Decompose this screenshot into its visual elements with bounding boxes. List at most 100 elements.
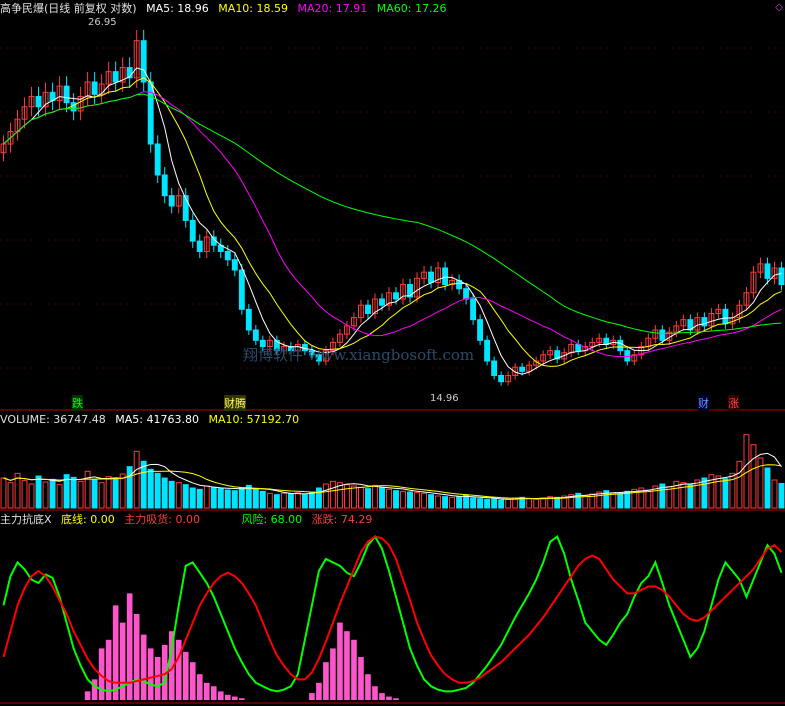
volume-bar-28 bbox=[196, 488, 203, 509]
volume-bar-61 bbox=[428, 494, 435, 509]
volume-bar-8 bbox=[56, 484, 63, 509]
volume-bar-75 bbox=[526, 498, 533, 509]
buy-bar-30 bbox=[210, 686, 217, 700]
buy-bar-32 bbox=[224, 694, 231, 700]
zhang-tag: 涨 bbox=[728, 395, 739, 411]
volume-bar-43 bbox=[301, 494, 308, 509]
buy-bar-47 bbox=[330, 648, 336, 700]
cai-tag: 财 bbox=[698, 395, 709, 411]
candle-body-71 bbox=[498, 374, 505, 383]
buy-bar-21 bbox=[147, 648, 154, 700]
volume-bar-98 bbox=[687, 484, 694, 509]
buy-bar-22 bbox=[154, 657, 161, 700]
volume-bar-109 bbox=[764, 467, 771, 509]
buy-bar-52 bbox=[365, 674, 371, 700]
candle-body-9 bbox=[63, 85, 70, 104]
candle-body-32 bbox=[224, 250, 231, 261]
volume-bar-21 bbox=[147, 468, 154, 509]
buy-bar-34 bbox=[239, 698, 245, 700]
volume-bar-66 bbox=[463, 494, 470, 509]
volume-bar-45 bbox=[315, 487, 322, 509]
volume-bar-22 bbox=[154, 472, 161, 509]
volume-bar-95 bbox=[666, 486, 673, 509]
volume-bar-36 bbox=[252, 488, 259, 509]
volume-bar-3 bbox=[21, 480, 28, 509]
volume-bar-26 bbox=[182, 484, 189, 509]
volume-bar-53 bbox=[372, 484, 378, 509]
candle-body-56 bbox=[393, 292, 399, 300]
buy-bar-50 bbox=[351, 639, 357, 700]
volume-bar-14 bbox=[98, 482, 105, 509]
volume-bar-63 bbox=[442, 496, 449, 509]
volume-bar-30 bbox=[210, 486, 217, 509]
candle-body-16 bbox=[112, 71, 119, 83]
candle-body-89 bbox=[624, 350, 631, 362]
buy-bar-44 bbox=[309, 693, 315, 700]
buy-bar-49 bbox=[344, 631, 350, 700]
buy-bar-54 bbox=[379, 693, 385, 700]
volume-bar-47 bbox=[329, 480, 336, 509]
candle-body-69 bbox=[484, 339, 491, 362]
candle-body-66 bbox=[463, 288, 470, 300]
volume-bar-62 bbox=[435, 495, 442, 509]
volume-bar-40 bbox=[280, 492, 287, 509]
candle-body-21 bbox=[147, 81, 154, 145]
buy-bar-56 bbox=[393, 698, 399, 700]
main-chart-header: 高争民爆(日线 前复权 对数) MA5: 18.96 MA10: 18.59 M… bbox=[0, 2, 452, 15]
volume-bar-44 bbox=[308, 491, 315, 509]
indicator-header: 主力抗底X 底线: 0.00 主力吸货: 0.00 风险: 68.00 涨跌: … bbox=[0, 513, 378, 526]
volume-bar-23 bbox=[161, 477, 168, 509]
volume-label: VOLUME: 36747.48 bbox=[0, 413, 106, 426]
candle-body-70 bbox=[491, 360, 498, 376]
high-price-annotation: 26.95 bbox=[88, 17, 117, 28]
volume-bar-51 bbox=[358, 486, 364, 509]
volume-bar-15 bbox=[105, 476, 112, 509]
candle-body-52 bbox=[365, 304, 371, 314]
buy-bar-17 bbox=[119, 622, 126, 700]
volume-bar-72 bbox=[505, 498, 512, 509]
volume-bar-59 bbox=[414, 492, 420, 509]
volume-bar-111 bbox=[778, 483, 785, 509]
indicator-name: 主力抗底X bbox=[0, 513, 52, 526]
die-tag: 跌 bbox=[72, 395, 83, 411]
volume-bar-10 bbox=[70, 476, 77, 509]
volume-bar-20 bbox=[140, 460, 147, 509]
volume-bar-87 bbox=[610, 492, 617, 509]
volume-bar-32 bbox=[224, 489, 231, 509]
volume-bar-12 bbox=[84, 470, 91, 509]
volume-bar-18 bbox=[126, 466, 133, 509]
ma20-label: MA20: 17.91 bbox=[297, 2, 368, 15]
ma5-line bbox=[3, 67, 782, 375]
volume-bar-19 bbox=[133, 450, 140, 509]
candle-body-35 bbox=[245, 308, 252, 331]
diamond-icon[interactable]: ◇ bbox=[775, 2, 783, 13]
buy-bar-51 bbox=[358, 657, 364, 700]
main-buy-label: 主力吸货: 0.00 bbox=[124, 513, 200, 526]
volume-bar-6 bbox=[42, 481, 49, 509]
ma60-line bbox=[3, 93, 782, 334]
volume-bar-68 bbox=[477, 498, 484, 509]
volume-bar-105 bbox=[736, 460, 743, 509]
volume-bar-50 bbox=[350, 485, 357, 509]
buy-bar-45 bbox=[316, 682, 322, 700]
volume-bar-7 bbox=[49, 478, 56, 509]
volume-bar-70 bbox=[491, 498, 498, 509]
candle-body-13 bbox=[91, 81, 98, 95]
volume-bar-58 bbox=[407, 491, 413, 509]
low-price-annotation: 14.96 bbox=[430, 393, 459, 404]
candle-body-111 bbox=[778, 267, 785, 286]
volume-bar-17 bbox=[119, 473, 126, 509]
buy-bar-55 bbox=[386, 696, 392, 700]
buy-bar-28 bbox=[196, 674, 203, 700]
watermark: 翔博软件 www.xiangbosoft.com bbox=[243, 346, 475, 364]
volume-bar-4 bbox=[28, 483, 35, 509]
candle-body-74 bbox=[519, 366, 526, 372]
candle-body-103 bbox=[722, 308, 729, 325]
volume-header: VOLUME: 36747.48 MA5: 41763.80 MA10: 571… bbox=[0, 413, 305, 426]
rise-fall-label: 涨跌: 74.29 bbox=[311, 513, 373, 526]
volume-bar-65 bbox=[456, 496, 463, 509]
volume-bar-69 bbox=[484, 498, 491, 509]
candle-body-22 bbox=[154, 143, 161, 176]
volume-bar-37 bbox=[259, 490, 266, 509]
candle-body-24 bbox=[168, 195, 175, 207]
